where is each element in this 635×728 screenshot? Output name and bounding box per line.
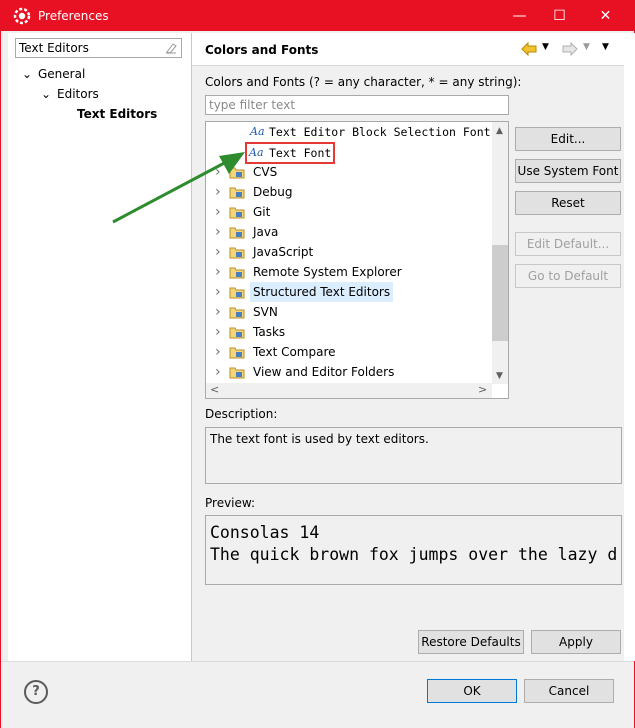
page-title: Colors and Fonts bbox=[205, 43, 319, 57]
dialog-right-edge bbox=[624, 33, 635, 661]
view-menu-icon[interactable]: ▼ bbox=[602, 42, 609, 52]
colors-filter-input[interactable]: type filter text bbox=[205, 95, 509, 115]
tree-item-folder[interactable]: › Structured Text Editors bbox=[206, 282, 492, 302]
tree-horizontal-scrollbar[interactable] bbox=[206, 383, 492, 398]
chevron-down-icon[interactable]: ⌄ bbox=[41, 87, 53, 101]
filter-label: Colors and Fonts (? = any character, * =… bbox=[205, 75, 522, 89]
ok-button[interactable]: OK bbox=[427, 679, 517, 703]
chevron-right-icon[interactable]: › bbox=[215, 282, 221, 302]
forward-arrow-icon[interactable] bbox=[562, 42, 578, 56]
folder-icon bbox=[229, 307, 245, 319]
use-system-font-button[interactable]: Use System Font bbox=[515, 159, 621, 183]
folder-icon bbox=[229, 367, 245, 379]
tree-item-folder[interactable]: › View and Editor Folders bbox=[206, 362, 492, 382]
title-bar: Preferences — ☐ ✕ bbox=[0, 0, 635, 31]
preview-sample-text: The quick brown fox jumps over the lazy … bbox=[210, 545, 618, 564]
back-arrow-icon[interactable] bbox=[521, 42, 537, 56]
preview-font-name: Consolas 14 bbox=[210, 523, 320, 542]
tree-item-folder[interactable]: › Text Compare bbox=[206, 342, 492, 362]
tree-item-font[interactable]: Aa Text Editor Block Selection Font bbox=[206, 122, 494, 142]
chevron-right-icon[interactable]: › bbox=[215, 262, 221, 282]
scroll-right-icon[interactable]: > bbox=[478, 383, 487, 396]
scroll-left-icon[interactable]: < bbox=[210, 383, 219, 396]
clear-filter-icon[interactable] bbox=[165, 42, 177, 54]
scroll-up-icon[interactable]: ▲ bbox=[496, 126, 503, 136]
reset-button[interactable]: Reset bbox=[515, 191, 621, 215]
preference-tree-pane bbox=[8, 33, 192, 661]
close-button[interactable]: ✕ bbox=[583, 1, 628, 31]
tree-item-editors[interactable]: ⌄ Editors bbox=[41, 87, 99, 101]
back-dropdown-icon[interactable]: ▼ bbox=[542, 42, 549, 52]
eclipse-gear-icon bbox=[13, 7, 31, 25]
tree-item-folder[interactable]: › SVN bbox=[206, 302, 492, 322]
description-label: Description: bbox=[205, 407, 278, 421]
tree-item-text-editors[interactable]: Text Editors bbox=[77, 107, 157, 121]
page-header: Colors and Fonts ▼ ▼ ▼ bbox=[192, 33, 632, 66]
annotation-arrow-icon bbox=[112, 152, 245, 224]
restore-defaults-button[interactable]: Restore Defaults bbox=[418, 630, 524, 654]
chevron-right-icon[interactable]: › bbox=[215, 242, 221, 262]
preview-label: Preview: bbox=[205, 496, 256, 510]
go-to-default-button[interactable]: Go to Default bbox=[515, 264, 621, 288]
font-icon: Aa bbox=[250, 125, 265, 138]
scrollbar-thumb[interactable] bbox=[492, 245, 508, 341]
folder-icon bbox=[229, 347, 245, 359]
tree-item-folder[interactable]: › Remote System Explorer bbox=[206, 262, 492, 282]
tree-item-general[interactable]: ⌄ General bbox=[22, 67, 85, 81]
description-box: The text font is used by text editors. bbox=[205, 427, 622, 484]
tree-item-text-font[interactable]: Aa Text Font bbox=[245, 142, 335, 164]
folder-icon bbox=[229, 327, 245, 339]
chevron-right-icon[interactable]: › bbox=[215, 362, 221, 382]
edit-button[interactable]: Edit... bbox=[515, 127, 621, 151]
tree-item-folder[interactable]: › JavaScript bbox=[206, 242, 492, 262]
maximize-button[interactable]: ☐ bbox=[537, 1, 582, 31]
cancel-button[interactable]: Cancel bbox=[524, 679, 614, 703]
tree-item-folder[interactable]: › Tasks bbox=[206, 322, 492, 342]
folder-icon bbox=[229, 247, 245, 259]
font-preview-box: Consolas 14 The quick brown fox jumps ov… bbox=[205, 515, 622, 585]
chevron-right-icon[interactable]: › bbox=[215, 322, 221, 342]
edit-default-button[interactable]: Edit Default... bbox=[515, 232, 621, 256]
folder-icon bbox=[229, 267, 245, 279]
scroll-down-icon[interactable]: ▼ bbox=[496, 371, 503, 381]
tree-filter-input[interactable]: Text Editors bbox=[15, 38, 182, 58]
chevron-right-icon[interactable]: › bbox=[215, 302, 221, 322]
minimize-button[interactable]: — bbox=[497, 1, 542, 31]
help-icon[interactable]: ? bbox=[24, 680, 48, 704]
chevron-right-icon[interactable]: › bbox=[215, 342, 221, 362]
window-title: Preferences bbox=[38, 9, 109, 23]
font-icon: Aa bbox=[249, 146, 264, 159]
forward-dropdown-icon[interactable]: ▼ bbox=[583, 42, 590, 52]
chevron-down-icon[interactable]: ⌄ bbox=[22, 67, 34, 81]
apply-button[interactable]: Apply bbox=[531, 630, 621, 654]
folder-icon bbox=[229, 287, 245, 299]
